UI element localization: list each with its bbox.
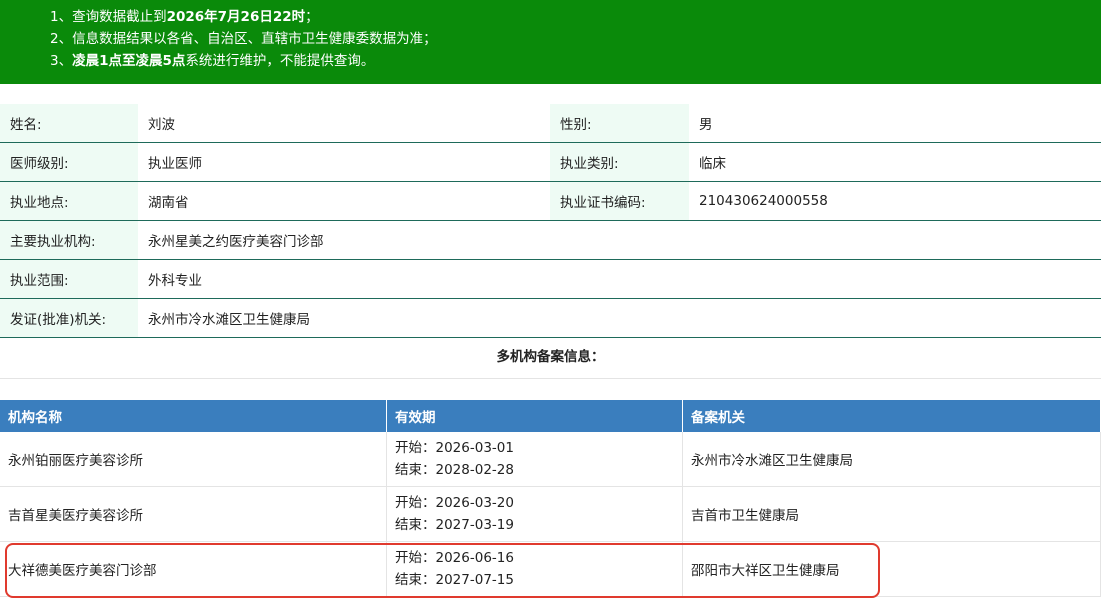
validity-start: 开始：2026-03-01 [395,440,514,456]
multi-institution-title: 多机构备案信息： [0,338,1101,379]
doctor-info-table: 姓名: 刘波 性别: 男 医师级别: 执业医师 执业类别: 临床 执业地点: 湖… [0,104,1101,338]
record-authority: 邵阳市大祥区卫生健康局 [682,541,1101,597]
issuer-value: 永州市冷水滩区卫生健康局 [138,298,1101,338]
notice-line-3: 3、凌晨1点至凌晨5点系统进行维护，不能提供查询。 [50,53,375,69]
validity-end: 结束：2028-02-28 [395,462,514,478]
header-validity: 有效期 [386,400,683,432]
table-row: 大祥德美医疗美容门诊部 开始：2026-06-16 结束：2027-07-15 邵… [0,541,1101,597]
gender-value: 男 [689,104,1101,143]
table-row: 吉首星美医疗美容诊所 开始：2026-03-20 结束：2027-03-19 吉首… [0,486,1101,542]
validity-end: 结束：2027-07-15 [395,572,514,588]
info-row: 执业范围: 外科专业 [0,259,1101,299]
institution-name: 永州铂丽医疗美容诊所 [0,432,387,487]
validity-period: 开始：2026-06-16 结束：2027-07-15 [386,541,683,597]
notice-line-1: 1、查询数据截止到2026年7月26日22时； [50,9,319,25]
category-label: 执业类别: [550,142,689,182]
institution-table: 机构名称 有效期 备案机关 永州铂丽医疗美容诊所 开始：2026-03-01 结束… [0,400,1101,597]
org-label: 主要执业机构: [0,220,138,260]
location-label: 执业地点: [0,181,138,221]
info-row: 姓名: 刘波 性别: 男 [0,104,1101,143]
validity-period: 开始：2026-03-20 结束：2027-03-19 [386,486,683,542]
info-row: 发证(批准)机关: 永州市冷水滩区卫生健康局 [0,298,1101,338]
notice-line-2: 2、信息数据结果以各省、自治区、直辖市卫生健康委数据为准； [50,31,437,47]
header-institution-name: 机构名称 [0,400,387,432]
validity-end: 结束：2027-03-19 [395,517,514,533]
validity-start: 开始：2026-03-20 [395,495,514,511]
scope-value: 外科专业 [138,259,1101,299]
gender-label: 性别: [550,104,689,143]
name-value: 刘波 [138,104,550,143]
level-label: 医师级别: [0,142,138,182]
scope-label: 执业范围: [0,259,138,299]
info-row: 主要执业机构: 永州星美之约医疗美容门诊部 [0,220,1101,260]
notice-banner: 1、查询数据截止到2026年7月26日22时； 2、信息数据结果以各省、自治区、… [0,0,1101,84]
issuer-label: 发证(批准)机关: [0,298,138,338]
location-value: 湖南省 [138,181,550,221]
cert-label: 执业证书编码: [550,181,689,221]
institution-name: 大祥德美医疗美容门诊部 [0,541,387,597]
category-value: 临床 [689,142,1101,182]
record-authority: 永州市冷水滩区卫生健康局 [682,432,1101,487]
validity-start: 开始：2026-06-16 [395,550,514,566]
cert-value: 210430624000558 [689,181,1101,221]
level-value: 执业医师 [138,142,550,182]
org-value: 永州星美之约医疗美容门诊部 [138,220,1101,260]
header-authority: 备案机关 [682,400,1101,432]
validity-period: 开始：2026-03-01 结束：2028-02-28 [386,432,683,487]
info-row: 执业地点: 湖南省 执业证书编码: 210430624000558 [0,181,1101,221]
institution-name: 吉首星美医疗美容诊所 [0,486,387,542]
name-label: 姓名: [0,104,138,143]
table-row: 永州铂丽医疗美容诊所 开始：2026-03-01 结束：2028-02-28 永州… [0,432,1101,487]
record-authority: 吉首市卫生健康局 [682,486,1101,542]
info-row: 医师级别: 执业医师 执业类别: 临床 [0,142,1101,182]
table-header-row: 机构名称 有效期 备案机关 [0,400,1101,432]
